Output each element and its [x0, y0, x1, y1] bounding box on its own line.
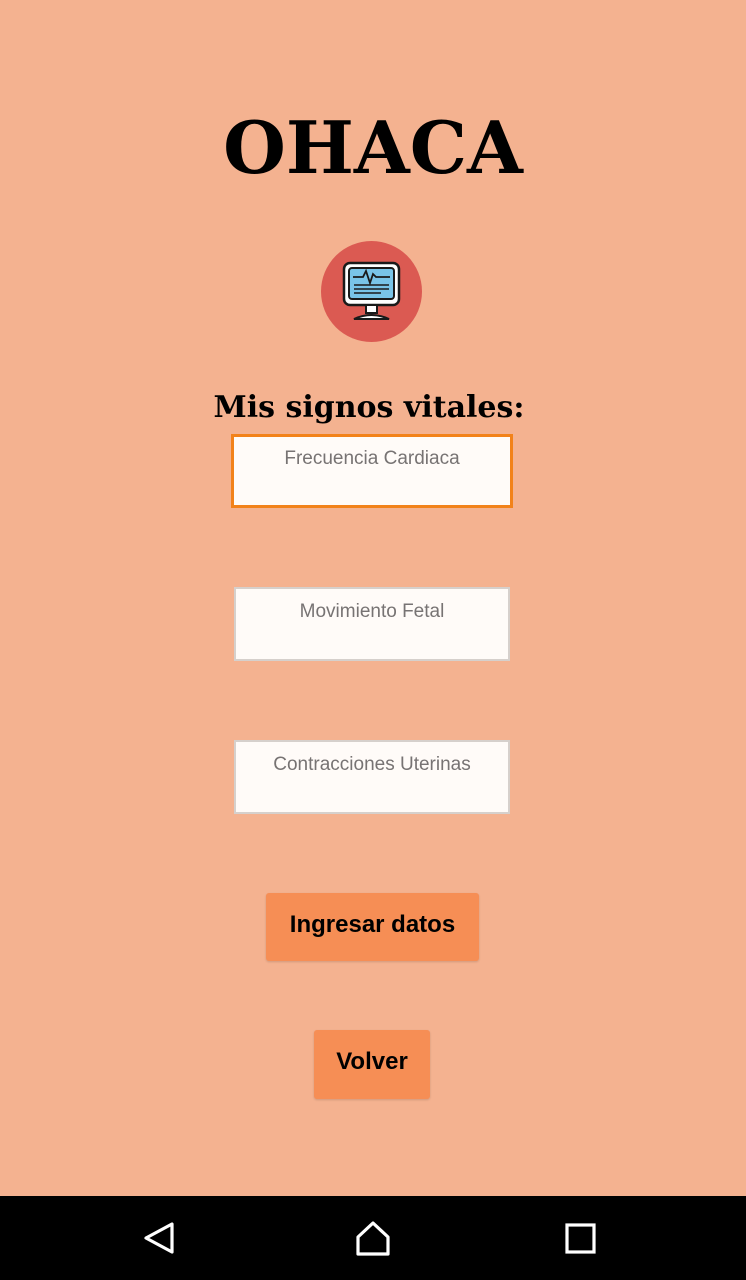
vital-signs-monitor-icon [321, 241, 422, 342]
recent-apps-icon[interactable] [560, 1218, 600, 1258]
submit-data-button[interactable]: Ingresar datos [266, 893, 479, 961]
heart-rate-input[interactable]: Frecuencia Cardiaca [231, 434, 513, 508]
section-title: Mis signos vitales: [213, 390, 525, 425]
home-icon[interactable] [353, 1218, 393, 1258]
back-triangle-icon[interactable] [140, 1218, 180, 1258]
app-title: OHACA [223, 105, 523, 190]
fetal-movement-input[interactable]: Movimiento Fetal [234, 587, 510, 661]
system-navigation-bar [0, 1196, 746, 1280]
uterine-contractions-input[interactable]: Contracciones Uterinas [234, 740, 510, 814]
back-button[interactable]: Volver [314, 1030, 430, 1099]
